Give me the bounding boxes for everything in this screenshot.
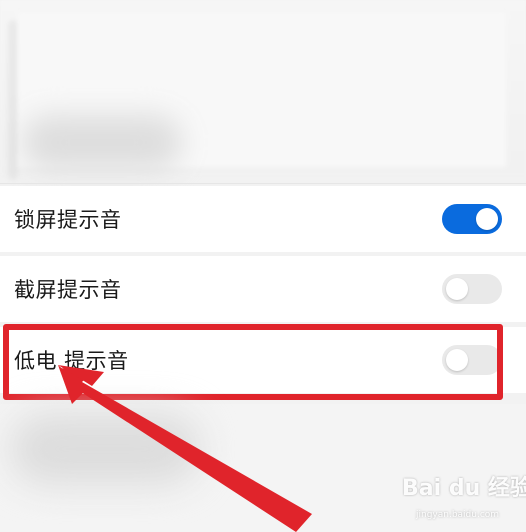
watermark-brand: Bai du 经验 <box>402 476 526 501</box>
setting-row-low-battery-sound[interactable]: 低电 提示音 <box>0 327 526 393</box>
blurred-header-area <box>0 0 526 180</box>
setting-label: 截屏提示音 <box>14 278 122 302</box>
setting-row-screenshot-sound[interactable]: 截屏提示音 <box>0 256 526 322</box>
watermark: Bai du 经验 jingyan.baidu.com <box>402 470 526 526</box>
list-divider <box>0 183 526 184</box>
toggle-knob <box>446 278 468 300</box>
watermark-url: jingyan.baidu.com <box>416 510 500 520</box>
blurred-content <box>22 115 182 170</box>
setting-label: 锁屏提示音 <box>14 208 122 232</box>
toggle-knob <box>476 208 498 230</box>
low-battery-sound-toggle[interactable] <box>442 345 502 375</box>
settings-screen: 锁屏提示音 截屏提示音 低电 提示音 Bai du 经验 jingyan.bai… <box>0 0 526 532</box>
blurred-content <box>10 414 200 484</box>
lockscreen-sound-toggle[interactable] <box>442 204 502 234</box>
toggle-knob <box>446 349 468 371</box>
screenshot-sound-toggle[interactable] <box>442 274 502 304</box>
setting-label: 低电 提示音 <box>14 349 129 373</box>
blurred-edge <box>8 20 18 180</box>
setting-row-lockscreen-sound[interactable]: 锁屏提示音 <box>0 186 526 252</box>
